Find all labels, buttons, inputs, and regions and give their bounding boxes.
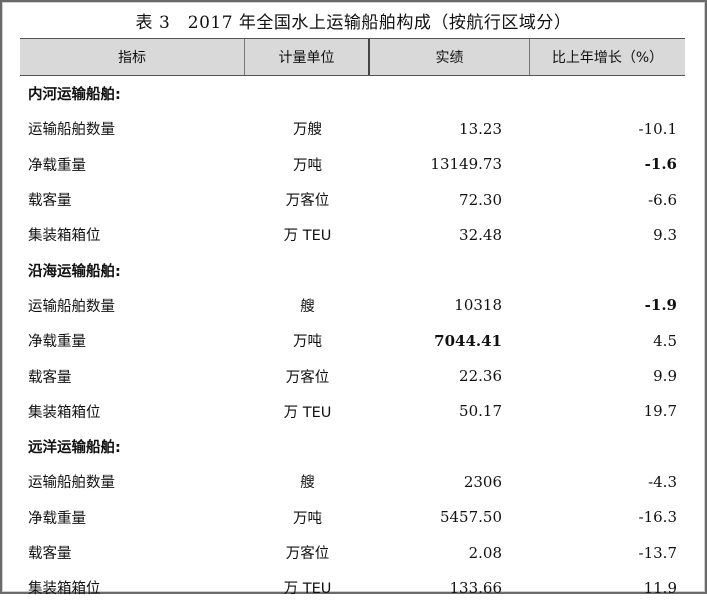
row-value: 133.66	[449, 578, 503, 597]
row-growth: -4.3	[648, 472, 677, 491]
row-unit: 万吨	[293, 157, 322, 174]
table-row: 运输船舶数量 万艘 13.23 -10.1	[20, 111, 685, 146]
row-unit: 万艘	[293, 122, 322, 139]
header-value: 实绩	[370, 39, 530, 75]
row-value: 13.23	[459, 119, 502, 138]
row-value: 32.48	[459, 225, 502, 244]
row-name: 载客量	[28, 369, 72, 386]
table-header-row: 指标 计量单位 实绩 比上年增长（%）	[20, 38, 685, 76]
table-title: 表 3 2017 年全国水上运输船舶构成（按航行区域分）	[135, 13, 572, 33]
row-unit: 万客位	[285, 193, 330, 210]
row-name: 净载重量	[28, 334, 86, 351]
row-growth: -6.6	[648, 190, 677, 209]
row-name: 载客量	[28, 193, 72, 210]
row-growth: -1.9	[644, 296, 677, 315]
row-name: 集装箱箱位	[28, 228, 101, 245]
section-label: 内河运输船舶:	[28, 87, 121, 104]
row-unit: 艘	[300, 475, 315, 492]
row-unit: 万客位	[285, 546, 330, 562]
row-name: 运输船舶数量	[28, 475, 115, 492]
row-growth: 4.5	[653, 331, 677, 350]
row-unit: 万吨	[293, 334, 322, 351]
row-value: 7044.41	[434, 331, 502, 350]
row-name: 集装箱箱位	[28, 404, 101, 421]
table-body: 内河运输船舶: 运输船舶数量 万艘 13.23 -10.1 净载重量 万吨 13…	[20, 76, 685, 605]
section-header-coastal: 沿海运输船舶:	[20, 252, 685, 287]
row-name: 载客量	[28, 546, 72, 562]
table-row: 净载重量 万吨 5457.50 -16.3	[20, 500, 685, 535]
row-growth: 11.9	[643, 578, 677, 597]
table-row: 载客量 万客位 22.36 9.9	[20, 358, 685, 393]
row-value: 2306	[463, 472, 502, 491]
row-name: 集装箱箱位	[28, 581, 101, 598]
row-value: 72.30	[459, 190, 502, 209]
row-growth: -16.3	[638, 508, 677, 527]
row-growth: -13.7	[638, 543, 677, 562]
row-value: 5457.50	[439, 508, 502, 527]
table-row: 集装箱箱位 万 TEU 32.48 9.3	[20, 217, 685, 252]
table-row: 集装箱箱位 万 TEU 50.17 19.7	[20, 394, 685, 429]
row-unit: 万 TEU	[283, 228, 332, 245]
row-growth: 19.7	[643, 402, 677, 421]
row-value: 22.36	[459, 367, 502, 386]
header-growth: 比上年增长（%）	[551, 50, 664, 66]
row-unit: 艘	[300, 298, 315, 315]
row-name: 运输船舶数量	[28, 122, 115, 139]
table-row: 载客量 万客位 2.08 -13.7	[20, 535, 685, 570]
row-value: 2.08	[468, 543, 502, 562]
table-row: 净载重量 万吨 7044.41 4.5	[20, 323, 685, 358]
row-value: 50.17	[459, 402, 502, 421]
row-unit: 万客位	[285, 369, 330, 386]
table-row: 净载重量 万吨 13149.73 -1.6	[20, 147, 685, 182]
row-growth: -1.6	[644, 155, 677, 174]
row-growth: 9.3	[653, 225, 677, 244]
header-unit: 计量单位	[245, 39, 370, 75]
row-value: 13149.73	[430, 155, 502, 174]
row-growth: 9.9	[653, 367, 677, 386]
section-label: 沿海运输船舶:	[28, 263, 121, 280]
row-name: 运输船舶数量	[28, 298, 115, 315]
table-row: 载客量 万客位 72.30 -6.6	[20, 182, 685, 217]
table-row: 运输船舶数量 艘 2306 -4.3	[20, 464, 685, 499]
table-row: 集装箱箱位 万 TEU 133.66 11.9	[20, 570, 685, 605]
row-growth: -10.1	[638, 119, 677, 138]
section-label: 远洋运输船舶:	[28, 440, 121, 457]
row-unit: 万 TEU	[283, 581, 332, 598]
section-header-ocean: 远洋运输船舶:	[20, 429, 685, 464]
row-name: 净载重量	[28, 510, 86, 527]
row-unit: 万 TEU	[283, 404, 332, 421]
row-name: 净载重量	[28, 157, 86, 174]
header-indicator: 指标	[20, 39, 245, 75]
section-header-inland: 内河运输船舶:	[20, 76, 685, 111]
row-unit: 万吨	[293, 510, 322, 527]
row-value: 10318	[454, 296, 502, 315]
table-row: 运输船舶数量 艘 10318 -1.9	[20, 288, 685, 323]
